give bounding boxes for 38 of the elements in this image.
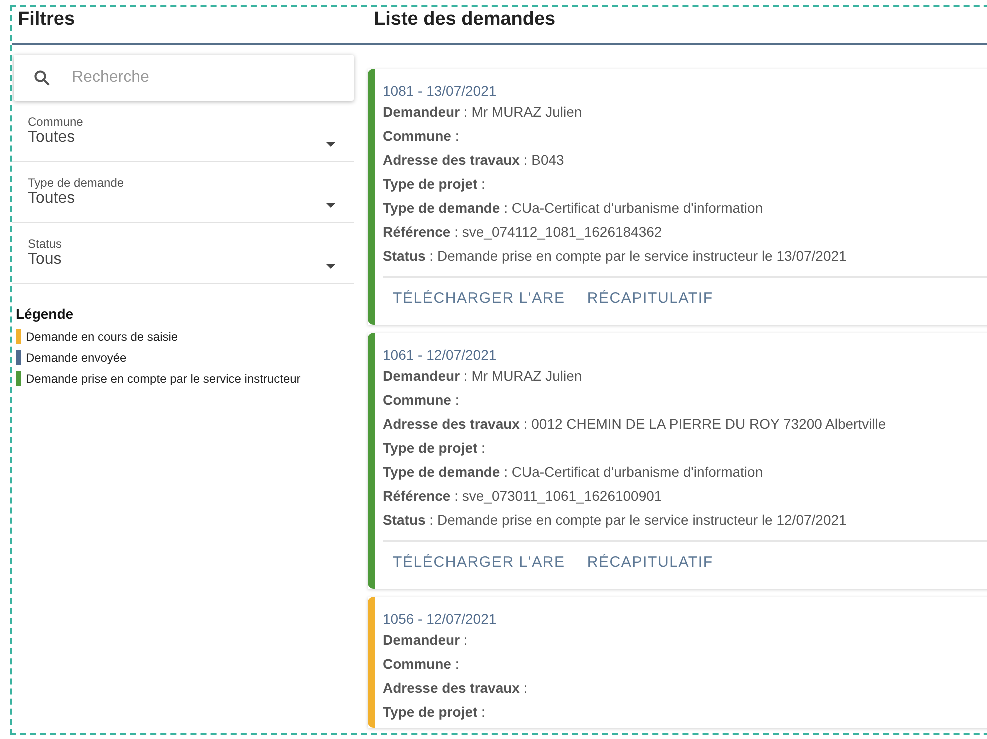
request-field: Demandeur : Mr MURAZ Julien: [383, 368, 987, 392]
request-field: Adresse des travaux : 0012 CHEMIN DE LA PIERRE DU ROY 73200 Albertville: [383, 416, 987, 440]
caret-icon: [326, 142, 336, 147]
legend-label: Demande envoyée: [26, 350, 127, 364]
request-field: Demandeur :: [383, 632, 987, 656]
request-heading: 1061 - 12/07/2021: [383, 347, 498, 363]
list-title: Liste des demandes: [374, 8, 556, 31]
caret-icon: [326, 203, 336, 208]
request-field: Demandeur : Mr MURAZ Julien: [383, 104, 987, 128]
request-field: Type de demande : CUa-Certificat d'urbanisme d'information: [383, 200, 987, 224]
request-field: Commune :: [383, 392, 987, 416]
request-field: Type de projet :: [383, 704, 987, 728]
action-button[interactable]: TÉLÉCHARGER L'ARE: [383, 548, 576, 577]
request-field: Type de projet :: [383, 176, 987, 200]
request-heading: 1056 - 12/07/2021: [383, 611, 498, 627]
filter-select[interactable]: Type de demande Toutes: [12, 162, 354, 223]
request-field: Référence : sve_073011_1061_1626100901: [383, 488, 987, 512]
action-button[interactable]: TÉLÉCHARGER L'ARE: [383, 284, 576, 313]
legend-label: Demande prise en compte par le service instructeur: [26, 372, 301, 386]
search-field[interactable]: Recherche: [14, 55, 354, 101]
request-field: Type de projet :: [383, 440, 987, 464]
request-field: Type de demande : CUa-Certificat d'urbanisme d'information: [383, 464, 987, 488]
filters-title: Filtres: [17, 8, 76, 31]
action-button[interactable]: RÉCAPITULATIF: [577, 284, 724, 313]
filter-select[interactable]: Commune Toutes: [12, 101, 354, 162]
request-field: Référence : sve_074112_1081_1626184362: [383, 224, 987, 248]
request-field: Adresse des travaux : B043: [383, 152, 987, 176]
legend-title: Légende: [16, 306, 75, 322]
action-button[interactable]: RÉCAPITULATIF: [577, 548, 724, 577]
request-field: Commune :: [383, 128, 987, 152]
request-field: Status : Demande prise en compte par le service instructeur le 13/07/2021: [383, 248, 987, 272]
request-field: Status : Demande prise en compte par le service instructeur le 12/07/2021: [383, 512, 987, 536]
filter-select[interactable]: Status Tous: [12, 223, 354, 284]
legend-label: Demande en cours de saisie: [26, 330, 178, 344]
caret-icon: [326, 264, 336, 269]
request-field: Adresse des travaux :: [383, 680, 987, 704]
request-heading: 1081 - 13/07/2021: [383, 83, 498, 99]
request-field: Commune :: [383, 656, 987, 680]
